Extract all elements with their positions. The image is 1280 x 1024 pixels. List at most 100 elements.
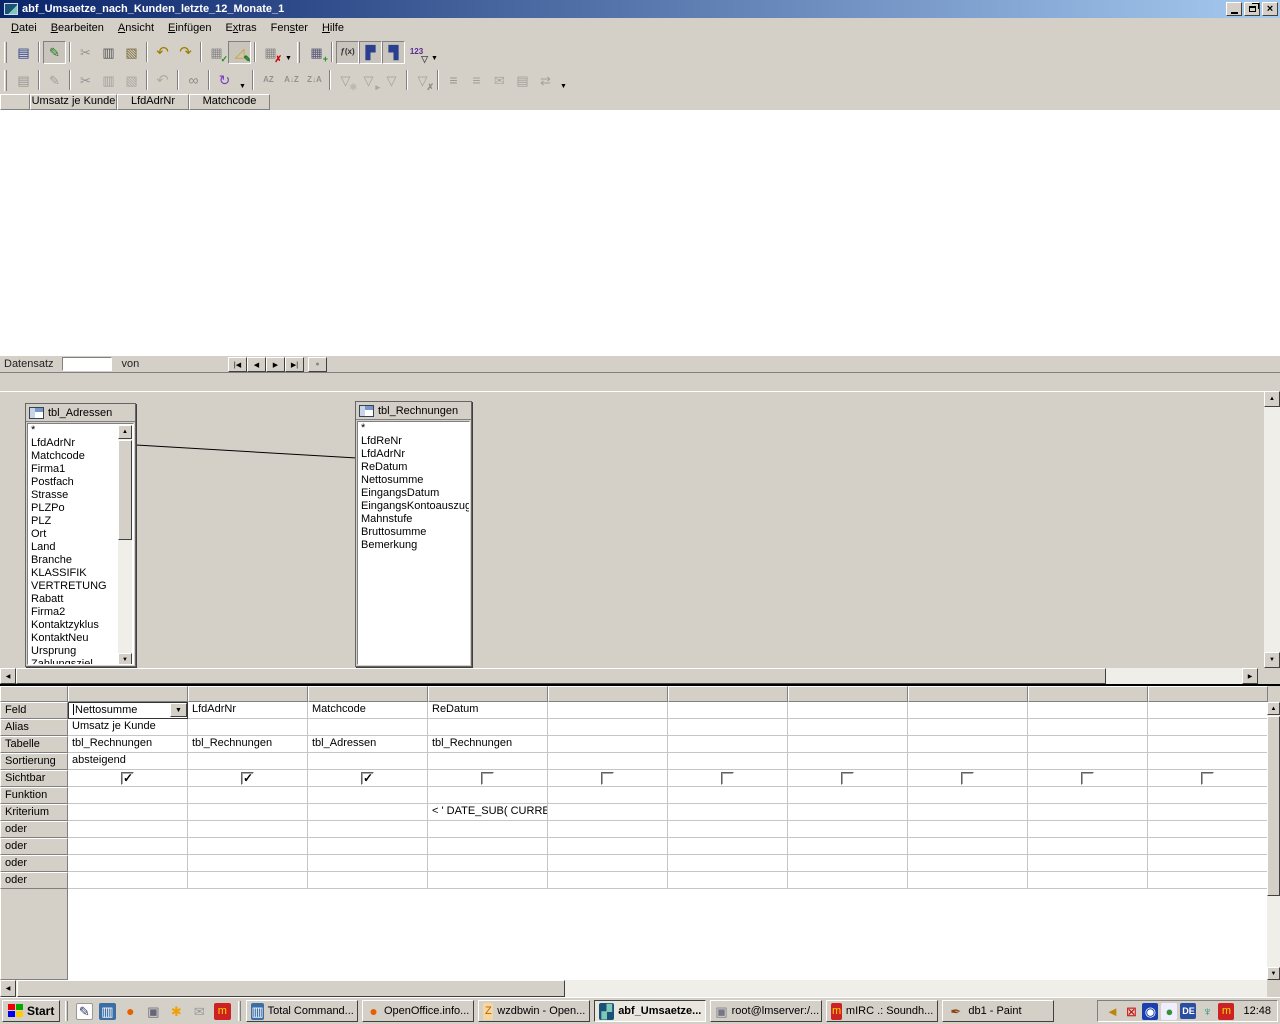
toolbar-overflow-icon[interactable]: ▼ [428,41,441,64]
visible-checkbox-6[interactable] [721,772,734,785]
qg-cell-alias-6[interactable] [668,719,788,736]
autofilter-button[interactable]: ▽✱ [334,69,357,92]
qg-cell-sortierung-5[interactable] [548,753,668,770]
qg-cell-feld-9[interactable] [1028,702,1148,719]
qg-cell-kriterium-2[interactable] [188,804,308,821]
toolbar-overflow-icon[interactable]: ▼ [282,41,295,64]
undo-button[interactable]: ↶ [151,69,174,92]
qg-cell-alias-1[interactable]: Umsatz je Kunde [68,719,188,736]
save-button[interactable]: ▤ [12,41,35,64]
qg-cell-kriterium-6[interactable] [668,804,788,821]
design-pane-vscrollbar[interactable]: ▲ ▼ [1264,391,1280,668]
qg-cell-oder-4[interactable] [428,872,548,889]
query-column-header-6[interactable] [668,686,788,702]
qg-cell-alias-7[interactable] [788,719,908,736]
messenger-launcher[interactable]: ✱ [165,1000,187,1022]
qg-cell-oder-9[interactable] [1028,838,1148,855]
close-icon[interactable]: × [1262,2,1278,16]
qg-cell-oder-8[interactable] [908,821,1028,838]
cut-button[interactable]: ✂ [74,41,97,64]
visible-checkbox-8[interactable] [961,772,974,785]
qg-cell-oder-6[interactable] [668,872,788,889]
qg-cell-oder-10[interactable] [1148,821,1268,838]
qg-cell-feld-3[interactable]: Matchcode [308,702,428,719]
qg-cell-kriterium-1[interactable] [68,804,188,821]
qg-cell-oder-1[interactable] [68,872,188,889]
paste-button[interactable]: ▧ [120,41,143,64]
qg-cell-tabelle-6[interactable] [668,736,788,753]
query-grid-vscrollbar[interactable]: ▲ ▼ [1267,702,1280,980]
qg-cell-oder-8[interactable] [908,872,1028,889]
qg-cell-oder-2[interactable] [188,838,308,855]
query-column-header-2[interactable] [188,686,308,702]
query-column-header-9[interactable] [1028,686,1148,702]
scroll-left-icon[interactable]: ◀ [0,668,16,684]
qg-cell-oder-3[interactable] [308,838,428,855]
undo-button[interactable]: ↶ [151,41,174,64]
hscroll-thumb[interactable] [16,668,1106,684]
scroll-up-icon[interactable]: ▲ [118,425,132,439]
cut-button[interactable]: ✂ [74,69,97,92]
qg-cell-kriterium-3[interactable] [308,804,428,821]
query-column-header-8[interactable] [908,686,1028,702]
record-number-input[interactable] [62,357,112,371]
qg-cell-oder-3[interactable] [308,855,428,872]
pane-splitter[interactable] [0,372,1280,391]
qg-cell-oder-7[interactable] [788,838,908,855]
qg-cell-tabelle-2[interactable]: tbl_Rechnungen [188,736,308,753]
query-column-header-1[interactable] [68,686,188,702]
qg-cell-sortierung-10[interactable] [1148,753,1268,770]
table-name-button[interactable]: ▛ [359,41,382,64]
qg-cell-sichtbar-4[interactable] [428,770,548,787]
visible-checkbox-7[interactable] [841,772,854,785]
standard-filter-button[interactable]: ▽ [380,69,403,92]
qg-cell-sortierung-4[interactable] [428,753,548,770]
minimize-icon[interactable] [1226,2,1242,16]
qg-cell-oder-10[interactable] [1148,838,1268,855]
qg-cell-sortierung-2[interactable] [188,753,308,770]
data-to-fields-button[interactable]: ≡ [465,69,488,92]
explorer-button[interactable]: ⇄ [534,69,557,92]
mirc-launcher[interactable]: m [211,1000,233,1022]
table-window-titlebar[interactable]: tbl_Adressen [26,404,135,422]
qg-cell-oder-10[interactable] [1148,855,1268,872]
qg-cell-funktion-3[interactable] [308,787,428,804]
copy-button[interactable]: ▥ [97,41,120,64]
qg-cell-oder-2[interactable] [188,855,308,872]
qg-cell-sortierung-7[interactable] [788,753,908,770]
vscroll-thumb[interactable] [118,440,132,540]
edit-data-button[interactable]: ✎ [43,69,66,92]
data-to-text-button[interactable]: ≡ [442,69,465,92]
qg-cell-oder-7[interactable] [788,821,908,838]
qg-cell-alias-5[interactable] [548,719,668,736]
column-header-lfdadrnr[interactable]: LfdAdrNr [117,94,189,110]
task-total-command[interactable]: ▥Total Command... [246,1000,358,1022]
qg-cell-funktion-6[interactable] [668,787,788,804]
qg-cell-sichtbar-1[interactable] [68,770,188,787]
query-column-header-4[interactable] [428,686,548,702]
qg-cell-alias-4[interactable] [428,719,548,736]
field-item-redatum[interactable]: ReDatum [358,461,469,474]
keyboard-layout-badge[interactable]: DE [1180,1003,1196,1019]
query-column-header-10[interactable] [1148,686,1268,702]
scroll-left-icon[interactable]: ◀ [0,980,16,997]
query-column-header-5[interactable] [548,686,668,702]
query-column-header-3[interactable] [308,686,428,702]
qg-cell-feld-2[interactable]: LfdAdrNr [188,702,308,719]
qg-cell-kriterium-9[interactable] [1028,804,1148,821]
toolbar-overflow-icon[interactable]: ▼ [236,69,249,92]
save-record-button[interactable]: ▤ [12,69,35,92]
parameters-button[interactable]: 123▽ [405,41,428,64]
qg-cell-oder-6[interactable] [668,838,788,855]
qg-cell-oder-4[interactable] [428,838,548,855]
find-record-button[interactable]: ∞ [182,69,205,92]
qg-cell-feld-5[interactable] [548,702,668,719]
qg-cell-oder-8[interactable] [908,855,1028,872]
qg-cell-sichtbar-5[interactable] [548,770,668,787]
field-item-bruttosumme[interactable]: Bruttosumme [358,526,469,539]
volume-icon[interactable]: ◄ [1104,1003,1120,1019]
first-record-icon[interactable]: |◀ [228,357,247,372]
qg-cell-sortierung-3[interactable] [308,753,428,770]
mail-launcher[interactable]: ✉ [188,1000,210,1022]
sort-button[interactable]: AZ [257,69,280,92]
